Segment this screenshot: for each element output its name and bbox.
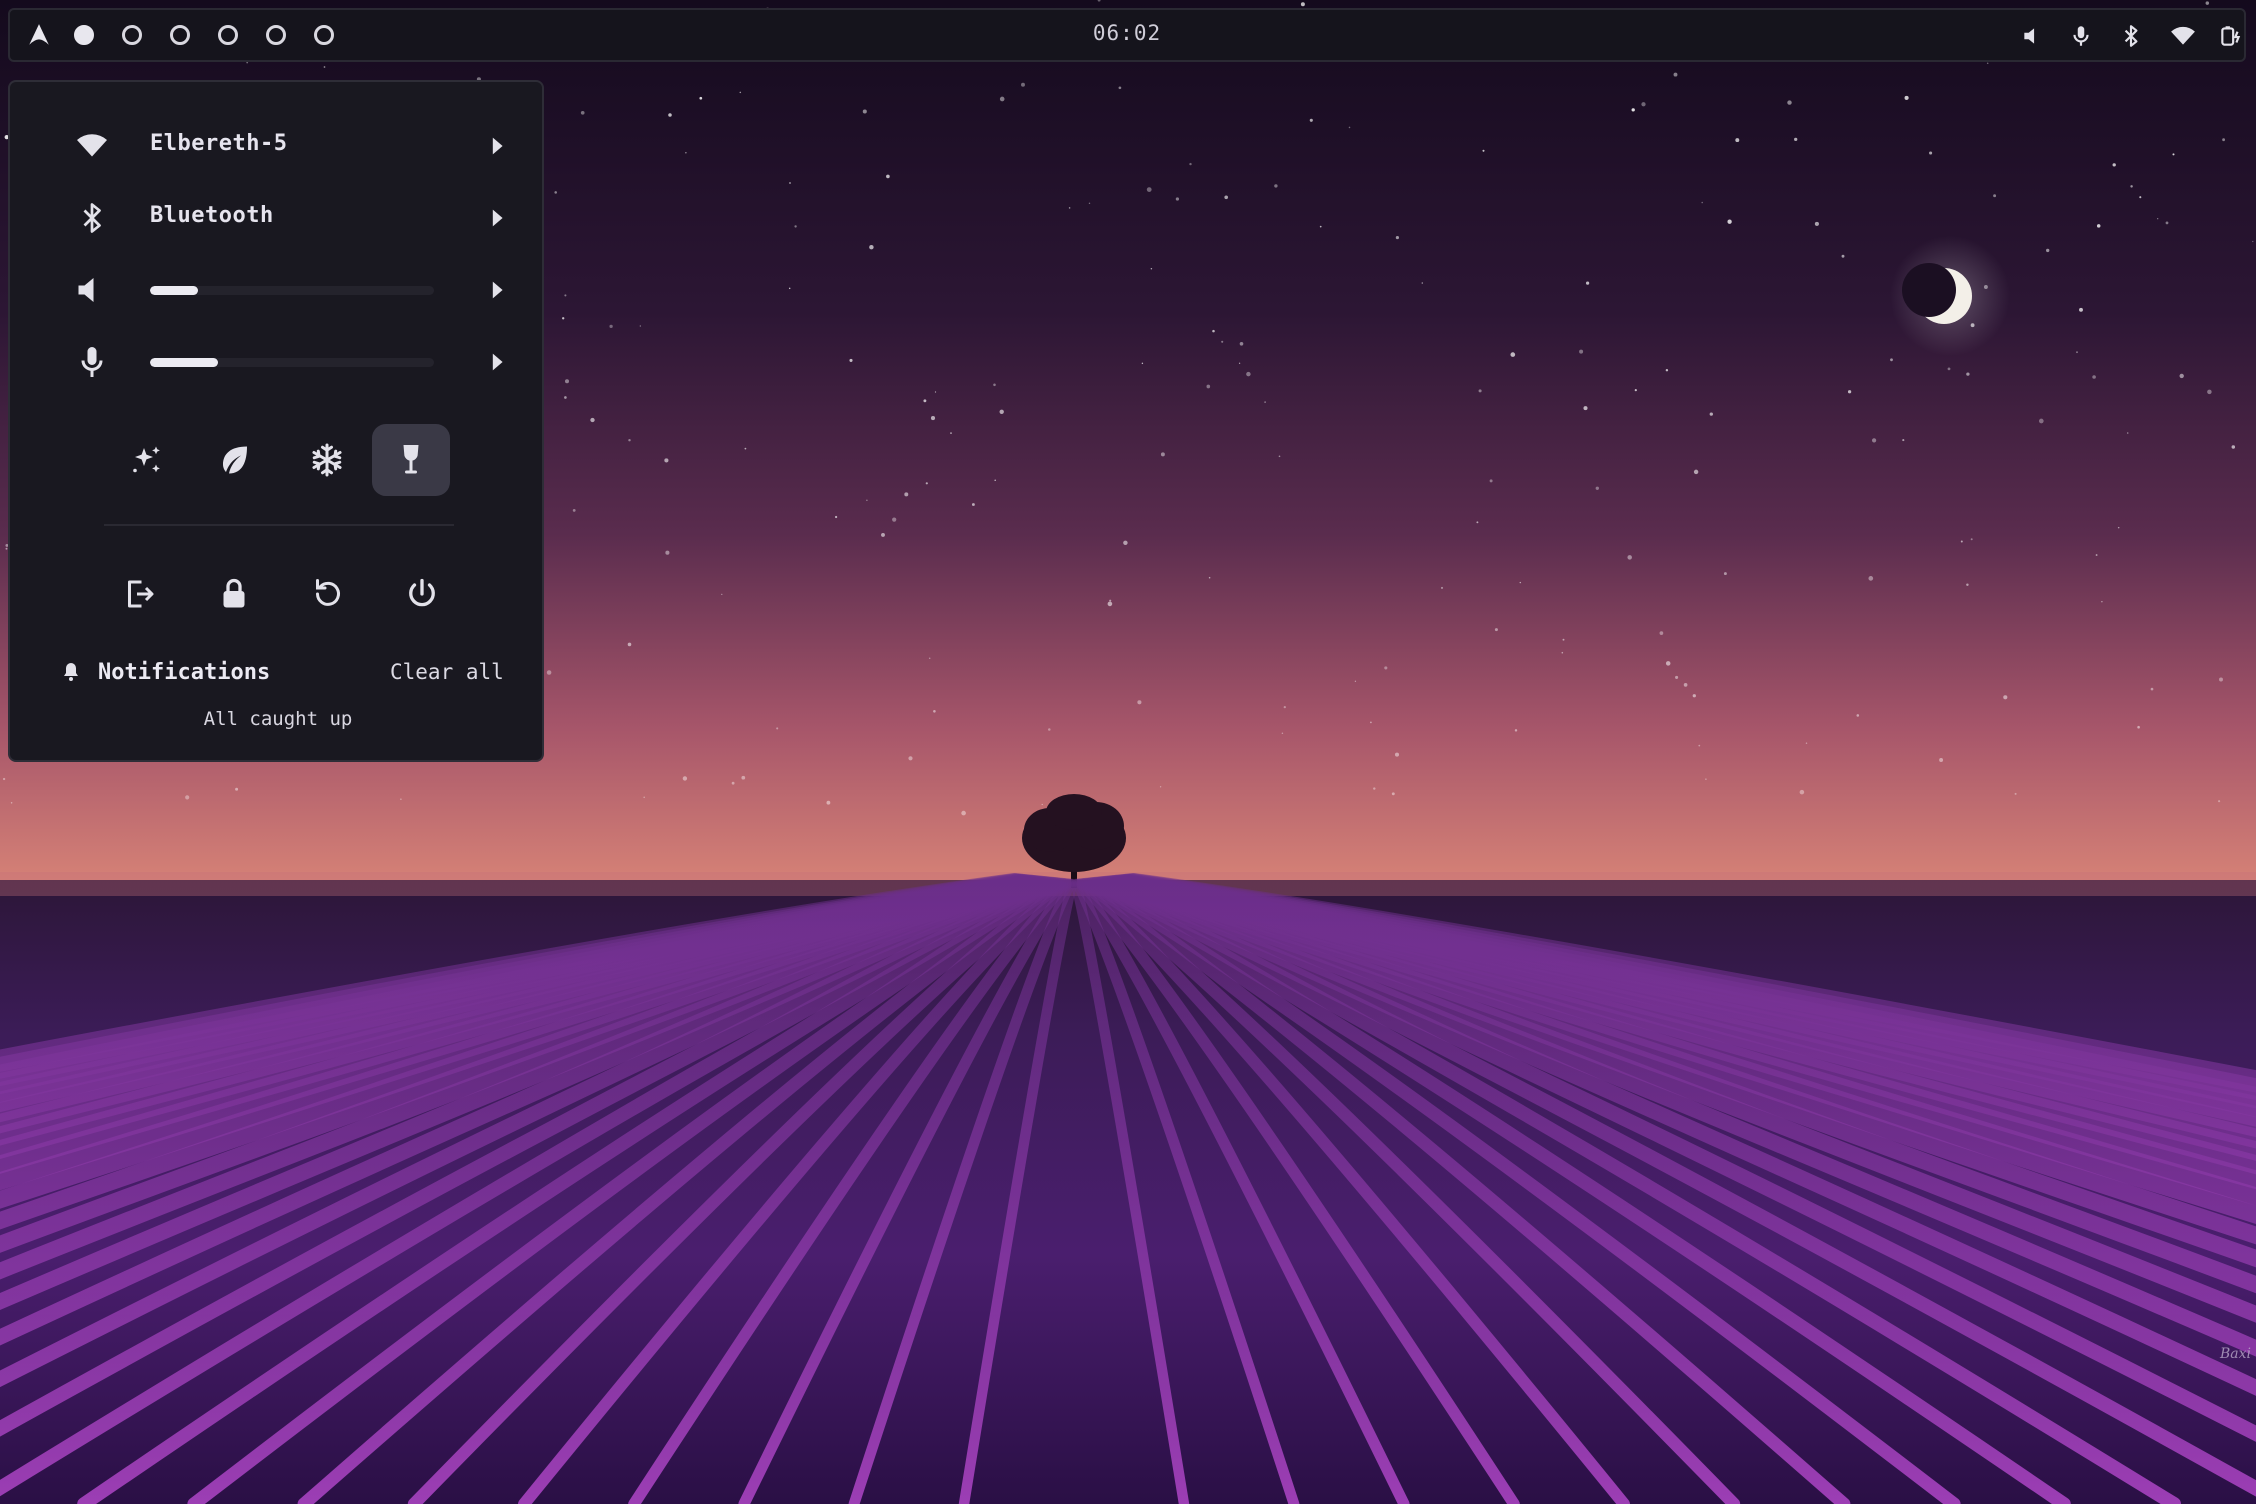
microphone-icon[interactable] [74,344,110,380]
chevron-right-icon[interactable] [490,136,504,156]
quick-settings-panel: Elbereth-5 Bluetooth Notifications Clear… [8,80,544,762]
caffeine-toggle[interactable] [372,424,450,496]
chevron-right-icon[interactable] [490,280,504,300]
volume-icon[interactable] [74,272,110,308]
chevron-right-icon[interactable] [490,352,504,372]
clock[interactable]: 06:02 [10,21,2244,45]
chevron-right-icon[interactable] [490,208,504,228]
microphone-slider-fill [150,358,219,367]
restart-button[interactable] [298,564,358,624]
bell-icon [64,663,78,681]
power-off-button[interactable] [392,564,452,624]
divider [104,524,454,526]
wifi-row[interactable]: Elbereth-5 [74,124,504,168]
wallpaper-signature: Baxi [2220,1346,2252,1362]
volume-slider-fill [150,286,199,295]
lock-icon [223,578,245,608]
sparkles-icon [133,446,160,473]
empty-notifications-text: All caught up [203,708,353,730]
bluetooth-icon [83,203,101,233]
volume-slider[interactable] [150,286,434,295]
restart-icon [316,579,340,606]
wifi-network-label: Elbereth-5 [150,131,288,156]
power-saver-toggle[interactable] [196,424,274,496]
bluetooth-icon[interactable] [2118,23,2144,49]
volume-icon[interactable] [2020,23,2046,49]
logout-button[interactable] [110,564,170,624]
leaf-icon [223,446,247,474]
effects-toggle[interactable] [108,424,186,496]
power-icon [409,578,435,607]
bluetooth-label: Bluetooth [150,203,274,228]
notifications-title: Notifications [98,660,271,685]
lock-button[interactable] [204,564,264,624]
wine-glass-icon [403,445,419,474]
wifi-icon[interactable] [2170,23,2196,49]
wifi-icon [77,134,107,157]
snowflake-icon [312,443,342,477]
microphone-row [74,340,504,384]
microphone-icon[interactable] [2068,23,2094,49]
microphone-slider[interactable] [150,358,434,367]
volume-row [74,268,504,312]
logout-icon [128,580,154,608]
bluetooth-row[interactable]: Bluetooth [74,196,504,240]
battery-charging-icon[interactable] [2218,23,2244,49]
cooling-toggle[interactable] [288,424,366,496]
clear-all-button[interactable]: Clear all [390,660,504,684]
top-bar: 06:02 [8,8,2246,62]
